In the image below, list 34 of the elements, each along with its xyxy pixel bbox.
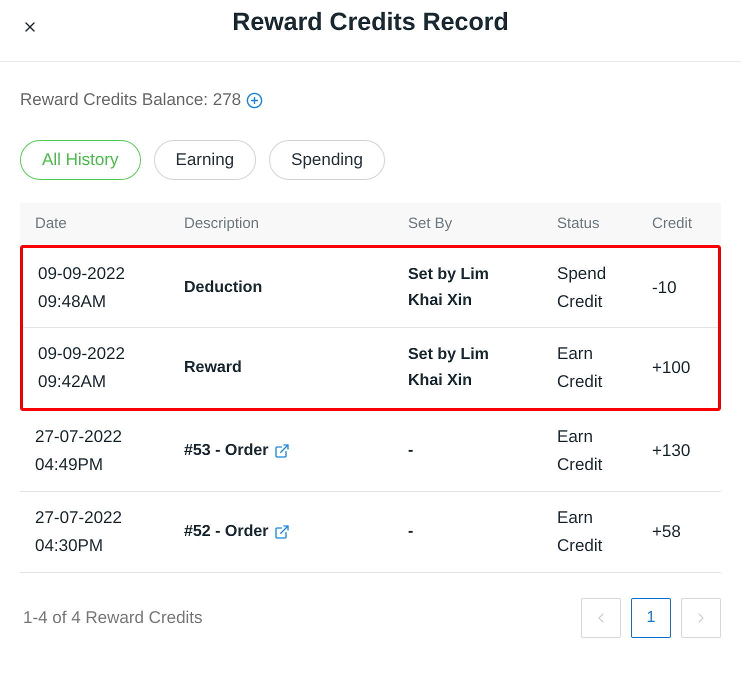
date-text: 27-07-2022 04:49PM <box>35 426 123 476</box>
credit-amount: -10 <box>652 278 677 297</box>
status-text: Earn Credit <box>557 343 604 393</box>
external-link-icon[interactable] <box>274 443 290 459</box>
status-text: Spend Credit <box>557 262 608 312</box>
column-header: Credit <box>652 215 692 232</box>
page-button[interactable]: 1 <box>631 598 671 638</box>
set-by-text: - <box>408 522 414 542</box>
column-header: Status <box>557 215 600 232</box>
filter-tab[interactable]: Earning <box>154 140 256 180</box>
description-text: #52 - Order <box>184 522 268 542</box>
status-text: Earn Credit <box>557 426 604 476</box>
set-by-text: - <box>408 441 414 461</box>
status-text: Earn Credit <box>557 507 604 557</box>
column-header: Date <box>35 215 67 232</box>
window-title: Reward Credits Record <box>232 7 509 38</box>
filter-tab[interactable]: Spending <box>269 140 385 180</box>
description-text: Deduction <box>184 278 262 298</box>
set-by-text: Set by Lim Khai Xin <box>408 264 490 310</box>
column-header: Description <box>184 215 260 232</box>
add-icon[interactable] <box>246 92 264 108</box>
credit-amount: +130 <box>652 441 690 460</box>
date-text: 09-09-2022 09:42AM <box>38 343 126 393</box>
balance-text: Reward Credits Balance: 278 <box>20 89 242 112</box>
external-link-icon[interactable] <box>274 524 290 540</box>
date-text: 09-09-2022 09:48AM <box>38 262 126 312</box>
credit-amount: +100 <box>652 358 690 378</box>
credit-amount: +58 <box>652 522 681 542</box>
results-summary: 1-4 of 4 Reward Credits <box>22 607 203 630</box>
set-by-text: Set by Lim Khai Xin <box>408 345 490 391</box>
description-text: #53 - Order <box>184 441 268 461</box>
column-header: Set By <box>408 215 452 232</box>
date-text: 27-07-2022 04:30PM <box>35 507 123 557</box>
description-text: Reward <box>184 358 242 378</box>
